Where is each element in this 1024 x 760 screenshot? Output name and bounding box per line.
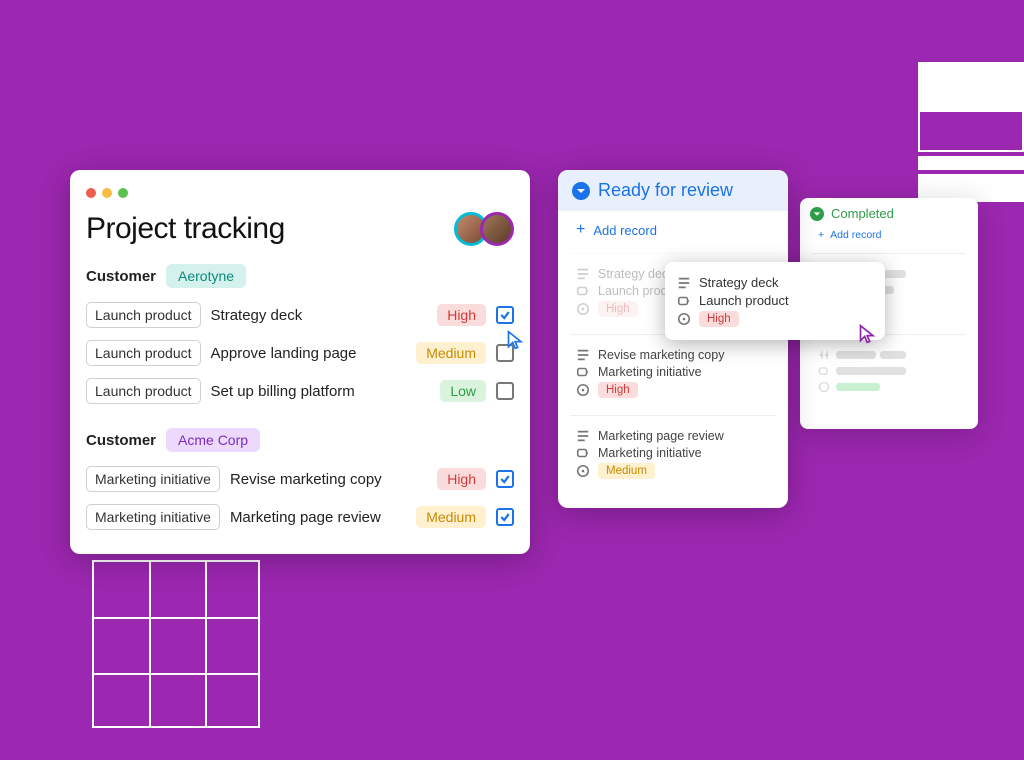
- text-icon: [576, 267, 590, 281]
- checkbox[interactable]: [496, 306, 514, 324]
- group-label: Customer: [86, 432, 156, 449]
- add-record-button[interactable]: + Add record: [800, 225, 978, 245]
- customer-chip[interactable]: Acme Corp: [166, 428, 260, 452]
- add-record-button[interactable]: + Add record: [558, 211, 788, 249]
- popup-title: Strategy deck: [699, 275, 779, 290]
- text-icon: [576, 429, 590, 443]
- window-controls: [86, 188, 514, 198]
- priority-icon: [576, 464, 590, 478]
- task-name: Marketing page review: [230, 509, 406, 526]
- text-icon: [576, 348, 590, 362]
- task-name: Set up billing platform: [211, 383, 431, 400]
- priority-badge[interactable]: High: [437, 468, 486, 490]
- priority-badge[interactable]: Medium: [416, 506, 486, 528]
- project-pill[interactable]: Marketing initiative: [86, 504, 220, 530]
- task-row[interactable]: Launch product Strategy deck High: [86, 296, 514, 334]
- priority-icon: [576, 383, 590, 397]
- record-title: Revise marketing copy: [598, 348, 724, 362]
- decorative-grid: [92, 560, 260, 728]
- plus-icon: +: [576, 221, 585, 239]
- review-record[interactable]: Marketing page review Marketing initiativ…: [570, 415, 776, 492]
- text-icon: [677, 276, 691, 290]
- completed-header[interactable]: Completed: [800, 198, 978, 225]
- task-row[interactable]: Marketing initiative Revise marketing cop…: [86, 460, 514, 498]
- window-maximize-icon[interactable]: [118, 188, 128, 198]
- review-record[interactable]: Revise marketing copy Marketing initiativ…: [570, 334, 776, 411]
- checkbox[interactable]: [496, 382, 514, 400]
- placeholder-record: [812, 334, 966, 407]
- project-pill[interactable]: Launch product: [86, 302, 201, 328]
- project-pill[interactable]: Marketing initiative: [86, 466, 220, 492]
- tag-icon: [576, 284, 590, 298]
- review-header[interactable]: Ready for review: [558, 170, 788, 211]
- priority-icon: [677, 312, 691, 326]
- task-row[interactable]: Launch product Set up billing platform Low: [86, 372, 514, 410]
- page-title: Project tracking: [86, 212, 285, 246]
- priority-badge[interactable]: Low: [440, 380, 486, 402]
- task-row[interactable]: Launch product Approve landing page Medium: [86, 334, 514, 372]
- group-label: Customer: [86, 268, 156, 285]
- priority-badge[interactable]: Medium: [416, 342, 486, 364]
- tag-icon: [576, 365, 590, 379]
- record-project: Marketing initiative: [598, 446, 702, 460]
- cursor-icon: [506, 330, 526, 350]
- popup-project: Launch product: [699, 293, 789, 308]
- record-hover-popup: Strategy deck Launch product High: [665, 262, 885, 340]
- group-header: Customer Aerotyne: [86, 264, 514, 288]
- priority-badge[interactable]: High: [437, 304, 486, 326]
- group-header: Customer Acme Corp: [86, 428, 514, 452]
- window-minimize-icon[interactable]: [102, 188, 112, 198]
- project-pill[interactable]: Launch product: [86, 378, 201, 404]
- task-name: Revise marketing copy: [230, 471, 427, 488]
- record-priority: High: [598, 382, 638, 398]
- customer-chip[interactable]: Aerotyne: [166, 264, 246, 288]
- tag-icon: [576, 446, 590, 460]
- task-row[interactable]: Marketing initiative Marketing page revie…: [86, 498, 514, 536]
- priority-icon: [576, 302, 590, 316]
- popup-priority: High: [699, 311, 739, 327]
- record-priority: High: [598, 301, 638, 317]
- record-project: Marketing initiative: [598, 365, 702, 379]
- plus-icon: +: [818, 229, 824, 241]
- record-title: Marketing page review: [598, 429, 724, 443]
- project-pill[interactable]: Launch product: [86, 340, 201, 366]
- review-title: Ready for review: [598, 180, 733, 201]
- checkbox[interactable]: [496, 470, 514, 488]
- tag-icon: [677, 294, 691, 308]
- checkbox[interactable]: [496, 508, 514, 526]
- add-record-label: Add record: [830, 229, 881, 241]
- window-close-icon[interactable]: [86, 188, 96, 198]
- chevron-down-icon[interactable]: [572, 182, 590, 200]
- record-title: Strategy deck: [598, 267, 674, 281]
- collaborator-avatars: [454, 212, 514, 246]
- completed-title: Completed: [831, 206, 894, 221]
- project-tracking-card: Project tracking Customer Aerotyne Launch …: [70, 170, 530, 554]
- task-name: Strategy deck: [211, 307, 428, 324]
- cursor-icon: [858, 324, 878, 344]
- add-record-label: Add record: [593, 223, 657, 238]
- record-priority: Medium: [598, 463, 655, 479]
- task-name: Approve landing page: [211, 345, 407, 362]
- chevron-down-icon[interactable]: [810, 207, 824, 221]
- decorative-bars: [918, 62, 1024, 202]
- avatar[interactable]: [480, 212, 514, 246]
